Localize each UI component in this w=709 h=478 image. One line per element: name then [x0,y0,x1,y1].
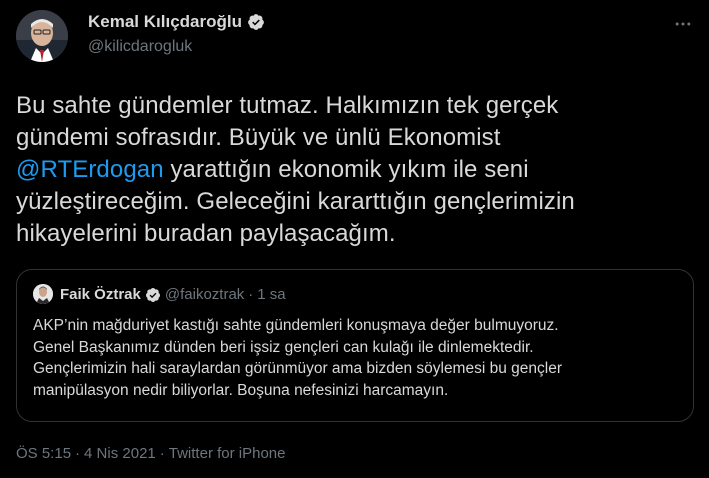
more-options-icon [675,22,691,26]
tweet-date[interactable]: 4 Nis 2021 [84,445,156,462]
author-avatar[interactable] [16,10,68,62]
author-display-name[interactable]: Kemal Kılıçdaroğlu [88,12,242,32]
mention-link[interactable]: @RTErdogan [16,156,164,183]
separator-dot: · [75,445,81,462]
tweet-text-line: hikayelerini buradan paylaşacağım. [16,220,396,247]
quoted-author-avatar [33,284,53,304]
tweet-text-line: @RTErdogan yarattığın ekonomik yıkım ile… [16,154,696,186]
quoted-text-line: Genel Başkanımız dünden beri işsiz gençl… [33,338,534,356]
quoted-tweet-header: Faik Öztrak @faikoztrak · 1 sa [60,286,286,303]
quoted-text-line: manipülasyon nedir biliyorlar. Boşuna ne… [33,381,449,399]
tweet-text-line: Bu sahte gündemler tutmaz. Halkımızın te… [16,92,559,119]
quoted-text-line: Gençlerimizin hali saraylardan görünmüyo… [33,360,562,377]
tweet-text-line: yüzleştireceğim. Geleceğini kararttığın … [16,188,575,215]
author-handle[interactable]: @kilicdarogluk [88,38,192,56]
quoted-author-name: Faik Öztrak [60,286,141,303]
verified-badge-icon [145,287,161,303]
separator-dot: · [159,445,165,462]
author-name-row: Kemal Kılıçdaroğlu [88,12,265,32]
tweet-text: Bu sahte gündemler tutmaz. Halkımızın te… [16,90,696,250]
quoted-tweet-time: 1 sa [257,286,286,303]
quoted-tweet[interactable]: Faik Öztrak @faikoztrak · 1 sa AKP’nin m… [16,269,694,422]
quoted-author-avatar-image [33,284,53,304]
tweet-text-line: gündemi sofrasıdır. Büyük ve ünlü Ekonom… [16,124,501,151]
more-options-button[interactable] [673,14,693,34]
tweet-detail: Kemal Kılıçdaroğlu @kilicdarogluk Bu sah… [0,0,709,478]
tweet-source-link[interactable]: Twitter for iPhone [169,445,286,462]
author-avatar-image [16,10,68,62]
quoted-author-handle: @faikoztrak [164,286,245,303]
tweet-text-segment: yarattığın ekonomik yıkım ile seni [163,156,529,183]
tweet-time[interactable]: ÖS 5:15 [16,445,71,462]
tweet-footer: ÖS 5:15 · 4 Nis 2021 · Twitter for iPhon… [16,445,285,462]
quoted-tweet-text: AKP’nin mağduriyet kastığı sahte gündeml… [33,315,683,401]
verified-badge-icon [247,13,265,31]
separator-dot: · [248,286,254,303]
quoted-text-line: AKP’nin mağduriyet kastığı sahte gündeml… [33,317,559,334]
